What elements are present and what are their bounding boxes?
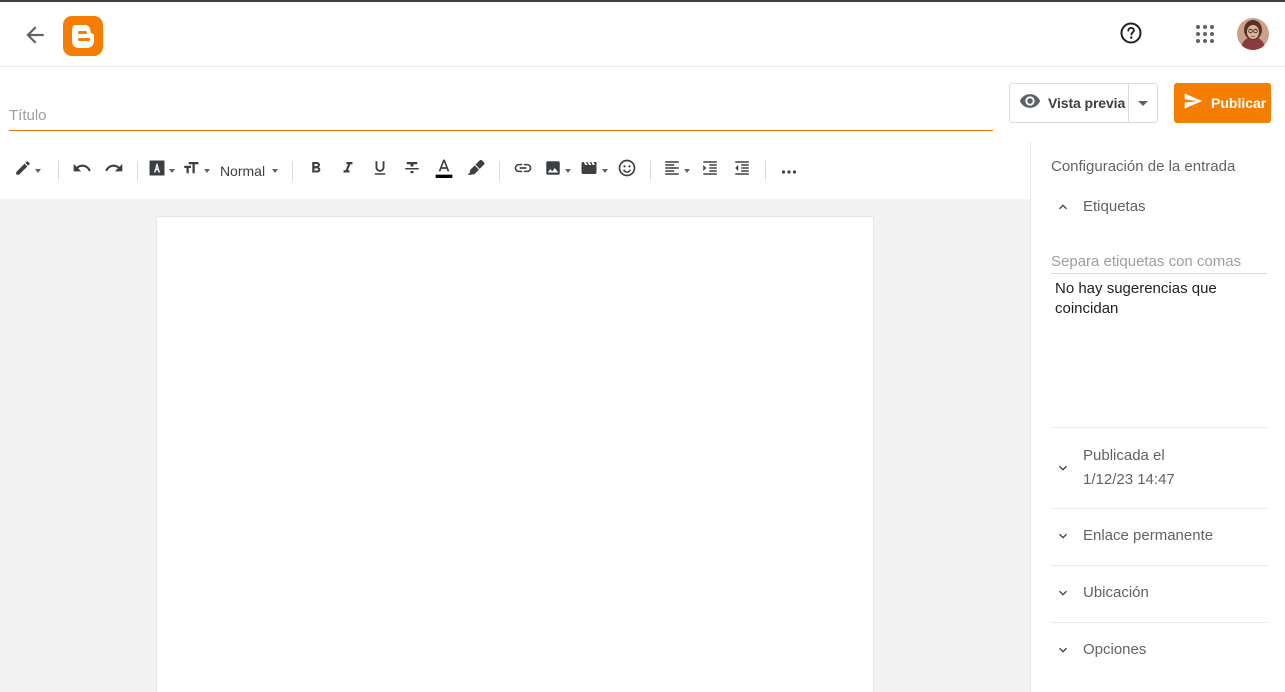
caret-down-icon	[683, 168, 690, 173]
text-color-icon	[434, 157, 454, 184]
font-family-icon	[148, 159, 166, 182]
text-color-button[interactable]	[428, 157, 460, 185]
image-icon	[544, 159, 562, 182]
highlight-button[interactable]	[460, 157, 492, 185]
preview-button-group: Vista previa	[1009, 83, 1158, 123]
emoji-icon	[617, 158, 637, 183]
pencil-icon	[14, 159, 32, 182]
indent-decrease-icon	[733, 159, 751, 182]
section-divider	[1051, 427, 1267, 428]
underline-icon	[371, 159, 389, 182]
editor-toolbar: Normal	[0, 142, 1030, 199]
published-date-block: Publicada el 1/12/23 14:47	[1083, 444, 1175, 492]
section-divider	[1051, 565, 1267, 566]
bold-button[interactable]	[300, 157, 332, 185]
post-settings-panel: Configuración de la entrada Etiquetas No…	[1030, 142, 1285, 692]
post-body-editor[interactable]	[156, 216, 874, 692]
bold-icon	[307, 159, 325, 182]
italic-button[interactable]	[332, 157, 364, 185]
insert-image-button[interactable]	[539, 157, 575, 185]
paragraph-format-label: Normal	[219, 162, 266, 179]
underline-button[interactable]	[364, 157, 396, 185]
caret-down-icon	[203, 168, 210, 173]
toolbar-divider	[137, 160, 138, 181]
video-icon	[579, 159, 599, 182]
published-label: Publicada el	[1083, 447, 1165, 464]
location-label: Ubicación	[1083, 584, 1149, 601]
toolbar-divider	[499, 160, 500, 181]
more-horizontal-icon	[781, 162, 797, 180]
section-divider	[1051, 622, 1267, 623]
toolbar-divider	[292, 160, 293, 181]
caret-down-icon	[168, 168, 175, 173]
font-size-button[interactable]	[177, 157, 213, 185]
labels-section-label: Etiquetas	[1083, 198, 1146, 215]
options-label: Opciones	[1083, 641, 1147, 658]
published-date: 1/12/23 14:47	[1083, 471, 1175, 488]
outdent-button[interactable]	[726, 157, 758, 185]
caret-down-icon	[601, 168, 608, 173]
chevron-down-icon	[1051, 581, 1075, 605]
preview-button[interactable]: Vista previa	[1010, 84, 1129, 122]
publish-label: Publicar	[1211, 95, 1267, 111]
indent-increase-icon	[701, 159, 719, 182]
toolbar-divider	[650, 160, 651, 181]
caret-down-icon	[34, 168, 41, 173]
chevron-down-icon	[1051, 638, 1075, 662]
paragraph-format-select[interactable]: Normal	[213, 157, 285, 185]
eye-icon	[1019, 90, 1041, 117]
labels-input[interactable]	[1051, 249, 1267, 274]
preview-label: Vista previa	[1048, 95, 1126, 111]
insert-video-button[interactable]	[575, 157, 611, 185]
no-suggestions-text: No hay sugerencias que coincidan	[1055, 280, 1217, 317]
caret-down-icon	[1138, 94, 1148, 112]
publish-button[interactable]: Publicar	[1174, 83, 1271, 123]
undo-icon	[72, 158, 92, 183]
caret-down-icon	[564, 168, 571, 173]
published-section-toggle[interactable]: Publicada el 1/12/23 14:47	[1051, 444, 1267, 492]
indent-button[interactable]	[694, 157, 726, 185]
italic-icon	[339, 159, 357, 182]
more-options-button[interactable]	[773, 157, 805, 185]
user-avatar[interactable]	[1237, 18, 1269, 50]
strikethrough-button[interactable]	[396, 157, 428, 185]
arrow-back-icon[interactable]	[22, 22, 48, 48]
undo-button[interactable]	[66, 157, 98, 185]
chevron-down-icon	[1051, 524, 1075, 548]
strikethrough-icon	[403, 159, 421, 182]
blogger-logo-icon[interactable]	[63, 16, 103, 56]
help-circle-icon[interactable]	[1119, 21, 1143, 45]
app-bar	[0, 2, 1285, 67]
options-section-toggle[interactable]: Opciones	[1051, 638, 1267, 662]
post-settings-title: Configuración de la entrada	[1051, 158, 1236, 175]
toolbar-divider	[765, 160, 766, 181]
section-divider	[1051, 508, 1267, 509]
title-input[interactable]	[9, 104, 993, 131]
preview-dropdown-button[interactable]	[1129, 84, 1157, 122]
text-size-icon	[181, 159, 201, 182]
chevron-up-icon	[1051, 195, 1075, 219]
link-icon	[513, 158, 533, 183]
link-button[interactable]	[507, 157, 539, 185]
location-section-toggle[interactable]: Ubicación	[1051, 581, 1267, 605]
chevron-down-icon	[1051, 456, 1075, 480]
align-left-icon	[663, 159, 681, 182]
labels-section-toggle[interactable]: Etiquetas	[1051, 195, 1267, 219]
apps-grid-icon[interactable]	[1194, 23, 1216, 45]
compose-mode-button[interactable]	[10, 157, 44, 185]
emoji-button[interactable]	[611, 157, 643, 185]
toolbar-divider	[58, 160, 59, 181]
redo-icon	[104, 158, 124, 183]
permalink-label: Enlace permanente	[1083, 527, 1214, 544]
align-button[interactable]	[658, 157, 694, 185]
permalink-section-toggle[interactable]: Enlace permanente	[1051, 524, 1267, 548]
caret-down-icon	[272, 168, 279, 173]
redo-button[interactable]	[98, 157, 130, 185]
font-button[interactable]	[145, 157, 177, 185]
highlighter-icon	[467, 159, 485, 182]
send-icon	[1183, 91, 1203, 116]
